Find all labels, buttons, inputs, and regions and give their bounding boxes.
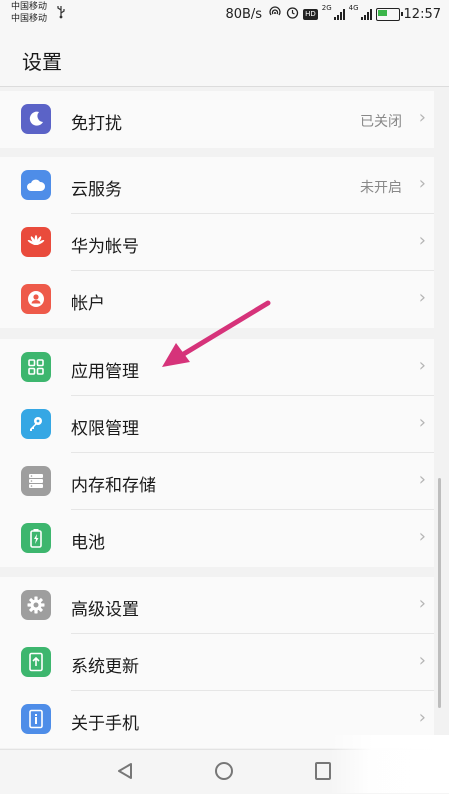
carrier-labels: 中国移动 中国移动 [11,1,47,25]
settings-item-label: 云服务 [71,180,122,200]
hotspot-icon [268,5,282,23]
chevron-right-icon: › [418,355,426,376]
chevron-right-icon: › [418,593,426,614]
settings-item-huawei-id[interactable]: 华为帐号 › [0,214,434,271]
alarm-icon [286,6,299,23]
page-title: 设置 [22,50,62,74]
huawei-logo-icon [21,227,51,257]
info-icon [21,704,51,734]
recent-apps-button[interactable] [315,762,331,780]
back-button[interactable] [116,762,134,784]
chevron-right-icon: › [418,287,426,308]
settings-item-label: 系统更新 [71,657,139,677]
status-icons: 80B/s HD 2G 4G 12:57 [225,4,441,24]
settings-item-storage[interactable]: 内存和存储 › [0,453,434,510]
hd-badge: HD [303,8,318,20]
settings-header: 设置 [0,28,449,87]
settings-group-3: 应用管理 › 权限管理 › 内存和存储 › 电池 › [0,339,434,567]
signal-1-icon [333,8,345,20]
clock: 12:57 [403,6,441,22]
chevron-right-icon: › [418,230,426,251]
settings-group-2: 云服务 未开启 › 华为帐号 › 帐户 › [0,157,434,328]
settings-item-label: 关于手机 [71,714,139,734]
settings-item-label: 权限管理 [71,419,139,439]
network-speed: 80B/s [225,6,263,22]
settings-item-label: 内存和存储 [71,476,156,496]
settings-item-do-not-disturb[interactable]: 免打扰 已关闭 › [0,91,434,148]
home-button[interactable] [215,762,233,780]
chevron-right-icon: › [418,173,426,194]
carrier-1: 中国移动 [11,2,48,12]
settings-item-value: 已关闭 [360,114,402,130]
settings-item-value: 未开启 [360,180,402,196]
scrollbar[interactable] [438,478,441,708]
system-update-icon [21,647,51,677]
settings-item-battery[interactable]: 电池 › [0,510,434,567]
settings-item-cloud[interactable]: 云服务 未开启 › [0,157,434,214]
storage-icon [21,466,51,496]
settings-item-apps[interactable]: 应用管理 › [0,339,434,396]
chevron-right-icon: › [418,526,426,547]
chevron-right-icon: › [418,412,426,433]
gear-icon [21,590,51,620]
carrier-2: 中国移动 [11,14,48,24]
network-type-2: 4G [348,4,359,12]
settings-item-label: 华为帐号 [71,237,139,257]
settings-item-label: 免打扰 [71,114,122,134]
settings-item-label: 应用管理 [71,362,139,382]
settings-item-label: 帐户 [71,294,105,314]
watermark-overlay [330,735,449,793]
chevron-right-icon: › [418,107,426,128]
settings-item-accounts[interactable]: 帐户 › [0,271,434,328]
cloud-icon [21,170,51,200]
network-type-1: 2G [321,4,332,12]
chevron-right-icon: › [418,707,426,728]
settings-item-system-update[interactable]: 系统更新 › [0,634,434,691]
chevron-right-icon: › [418,469,426,490]
status-bar: 中国移动 中国移动 80B/s HD 2G 4G 12:57 [0,0,449,28]
settings-item-label: 电池 [71,533,105,553]
settings-group-1: 免打扰 已关闭 › [0,91,434,148]
apps-grid-icon [21,352,51,382]
battery-icon [21,523,51,553]
chevron-right-icon: › [418,650,426,671]
settings-item-advanced[interactable]: 高级设置 › [0,577,434,634]
usb-icon [56,5,66,22]
settings-item-label: 高级设置 [71,600,139,620]
settings-group-4: 高级设置 › 系统更新 › 关于手机 › [0,577,434,748]
signal-2-icon [360,8,372,20]
account-icon [21,284,51,314]
settings-item-permissions[interactable]: 权限管理 › [0,396,434,453]
moon-icon [21,104,51,134]
battery-status-icon [375,7,403,21]
key-icon [21,409,51,439]
